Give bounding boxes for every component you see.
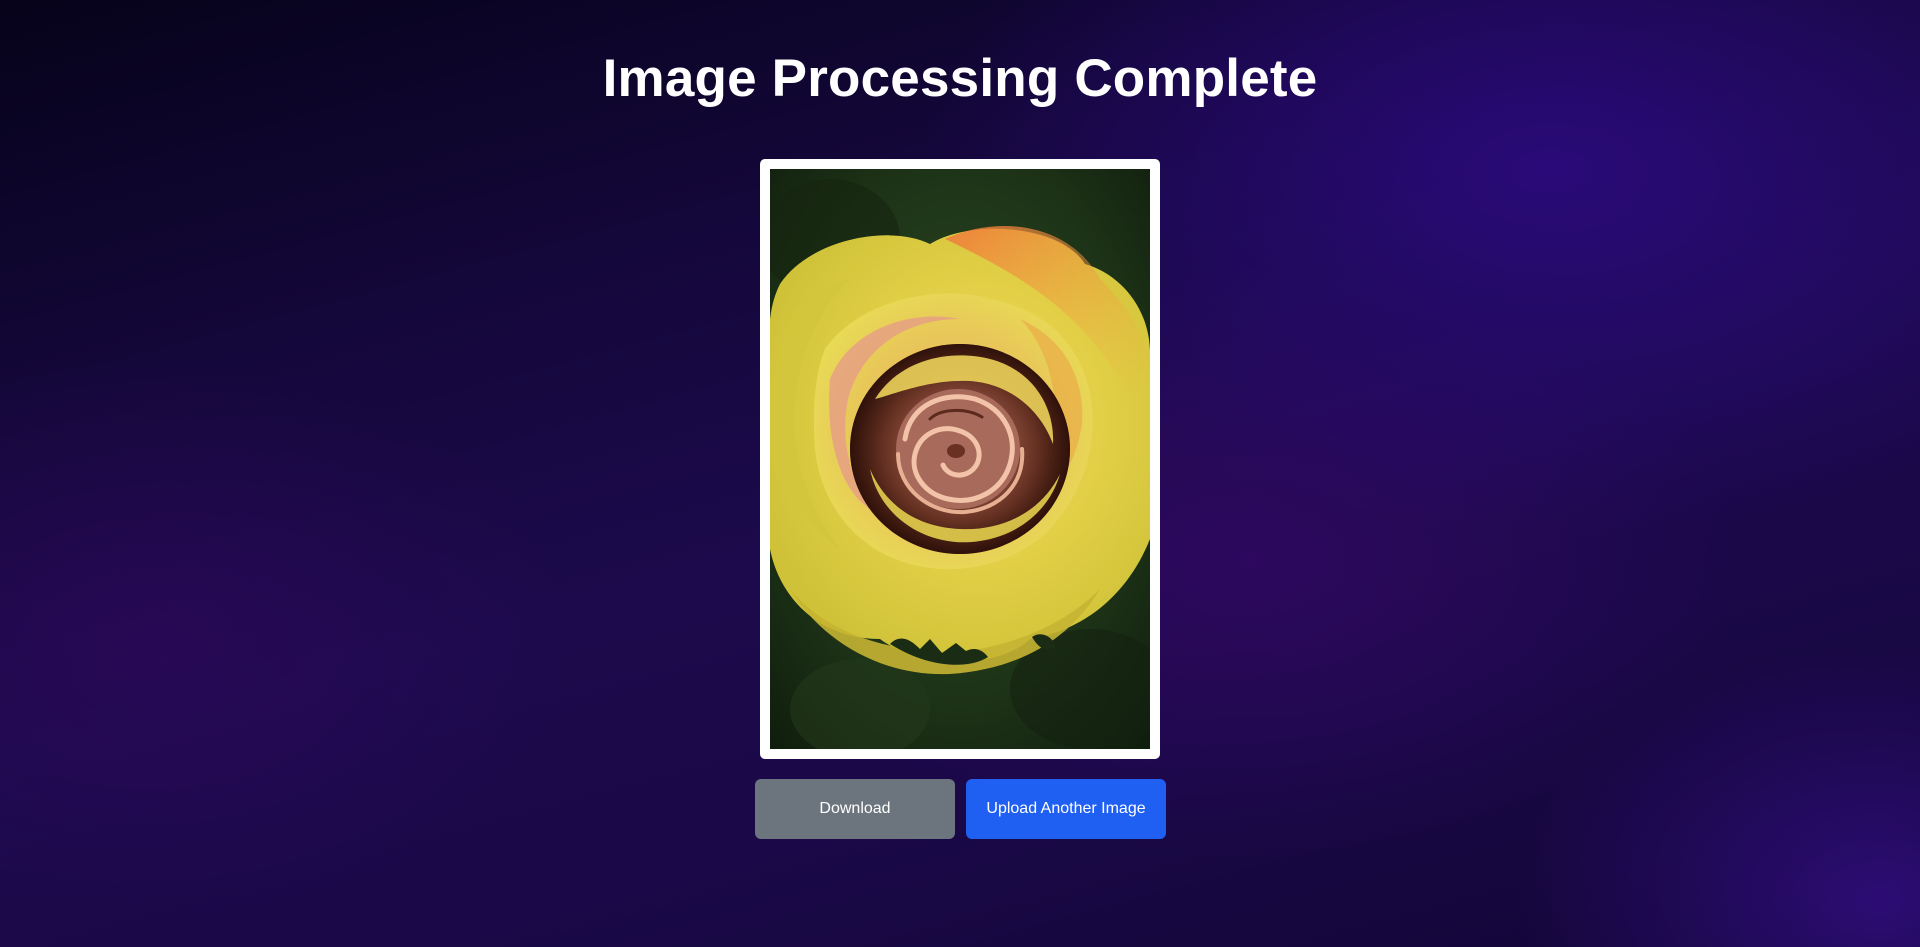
- result-image: [770, 169, 1150, 749]
- upload-another-image-button[interactable]: Upload Another Image: [966, 779, 1166, 839]
- page-title: Image Processing Complete: [602, 49, 1318, 108]
- action-buttons: Download Upload Another Image: [755, 779, 1166, 839]
- download-button[interactable]: Download: [755, 779, 955, 839]
- result-image-frame: [760, 159, 1160, 759]
